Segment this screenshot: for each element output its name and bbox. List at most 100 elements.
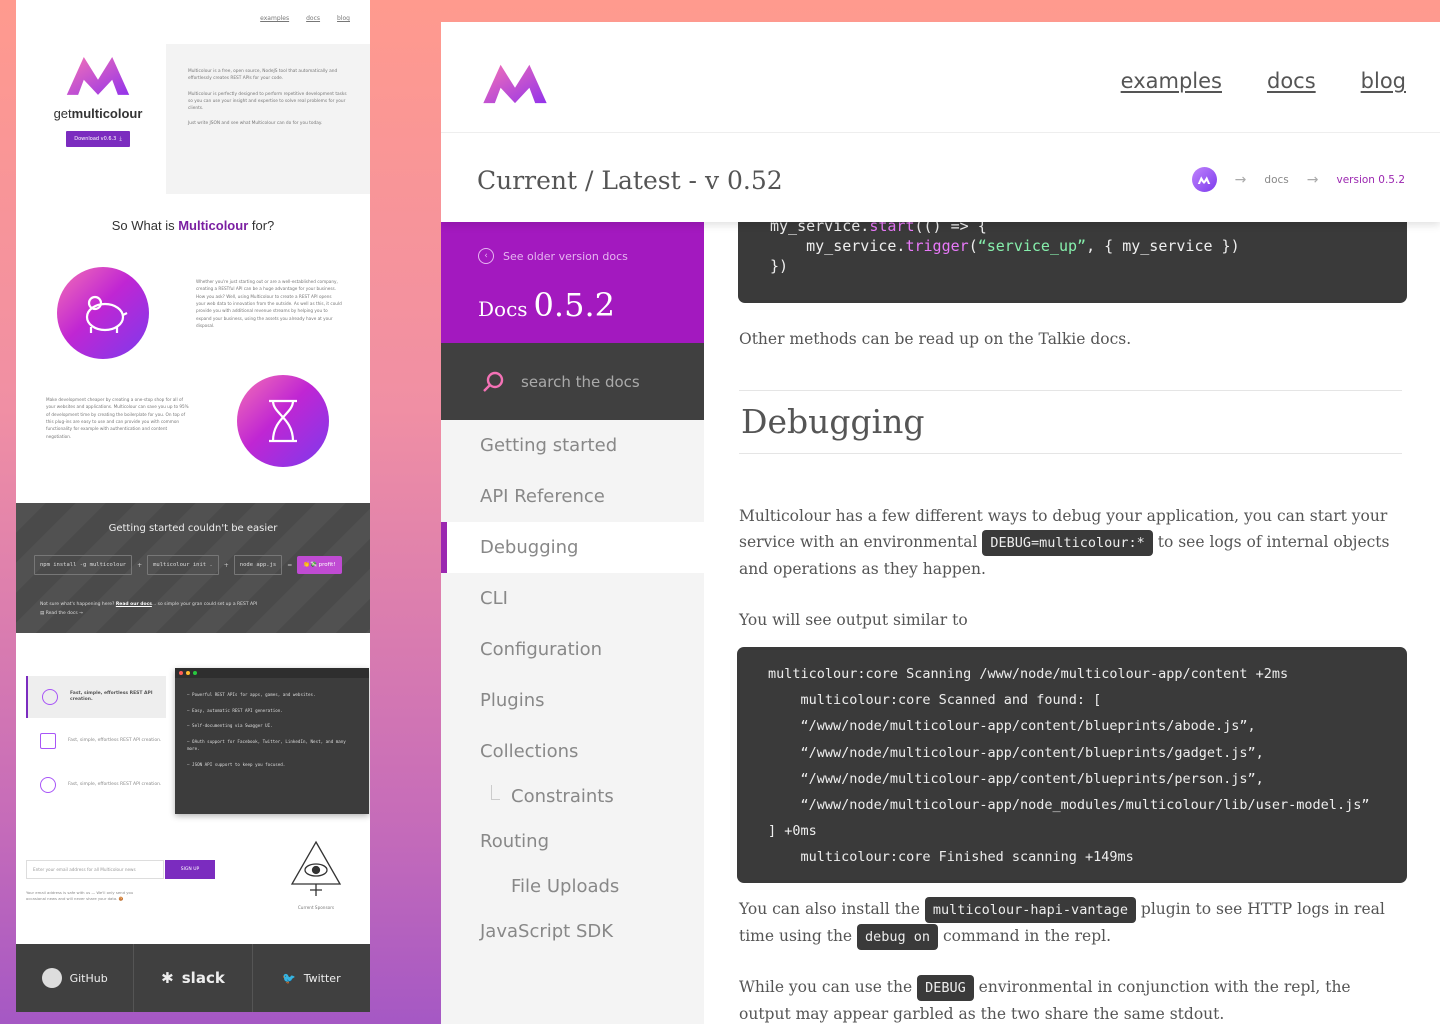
heading-debugging: Debugging (741, 402, 925, 441)
multicolour-logo-icon (483, 64, 547, 104)
command-run[interactable]: node app.js (233, 555, 283, 575)
section-title: So What is Multicolour for? (16, 218, 370, 233)
search-placeholder: search the docs (521, 372, 640, 391)
nav-blog-link[interactable]: blog (337, 15, 350, 22)
multicolour-logo-icon (1197, 175, 1211, 184)
piggy-bank-icon (85, 295, 128, 333)
getting-started-band: Getting started couldn't be easier npm i… (16, 503, 370, 633)
hero-paragraph: Multicolour is perfectly designed to per… (188, 91, 347, 112)
command-init[interactable]: multicolour init . (147, 555, 219, 575)
piggy-bank-illustration (57, 267, 149, 359)
feature-tab-active[interactable]: Fast, simple, effortless REST API creati… (26, 676, 166, 718)
code-token: “service_up” (977, 237, 1087, 255)
paragraph-text: While you can use the (739, 978, 918, 996)
sidebar-item-cli[interactable]: CLI (441, 573, 704, 624)
section-title-brand: Multicolour (178, 218, 249, 233)
plus-icon: + (223, 561, 229, 569)
section-divider (739, 390, 1402, 391)
inline-code-debug-on: debug on (857, 924, 939, 950)
landing-top-nav: examples docs blog (260, 15, 350, 22)
paragraph-install: You can also install the multicolour-hap… (739, 896, 1407, 950)
docs-top-nav: examples docs blog (1121, 69, 1406, 93)
feature-tab[interactable]: Fast, simple, effortless REST API creati… (26, 764, 166, 806)
footer-slack[interactable]: ✱ slack (134, 944, 253, 1012)
docs-label: Docs (478, 297, 528, 321)
brand-wordmark: getmulticolour (40, 106, 156, 121)
feature-list-text: Easy, automatic REST API generation. (192, 707, 283, 713)
older-docs-link[interactable]: ‹ See older version docs (478, 248, 667, 264)
read-docs-link-2[interactable]: Read the docs → (46, 611, 83, 616)
sidebar-item-getting-started[interactable]: Getting started (441, 420, 704, 471)
band-note-post: ... so simple your gran could set up a R… (151, 602, 258, 607)
footer-links: GitHub ✱ slack 🐦 Twitter (16, 944, 370, 1012)
docs-sidebar: ‹ See older version docs Docs 0.5.2 search… (441, 222, 704, 1024)
sponsors-label: Current Sponsors (297, 905, 335, 910)
nav-examples-link[interactable]: examples (1121, 69, 1222, 93)
avatar[interactable] (1191, 167, 1217, 192)
terminal-icon (40, 733, 56, 749)
hero-description: Multicolour is a free, open source, Node… (166, 44, 370, 194)
profit-badge: 👏💸 profit! (297, 556, 342, 574)
code-line: “/www/node/multicolour-app/content/bluep… (768, 770, 1264, 787)
nav-blog-link[interactable]: blog (1361, 69, 1406, 93)
feature-text-revenue: Whether you're just starting out or are … (196, 279, 342, 329)
brand-prefix: get (53, 106, 72, 121)
signup-button[interactable]: SIGN UP (165, 860, 215, 879)
docs-version: 0.5.2 (533, 286, 615, 324)
twitter-icon: 🐦 (282, 971, 296, 985)
slack-icon: ✱ (161, 969, 174, 987)
breadcrumb: → docs → version 0.5.2 (1191, 167, 1405, 192)
inline-code-debug: DEBUG (917, 975, 974, 1001)
paragraph-other-methods: Other methods can be read up on the Talk… (739, 330, 1132, 348)
feature-list-text: Powerful REST APIs for apps, games, and … (192, 692, 316, 697)
hero-paragraph: Multicolour is a free, open source, Node… (188, 69, 338, 82)
feature-list-item: – Self-documenting via Swagger UI. (187, 723, 273, 729)
feature-list-item: – Easy, automatic REST API generation. (187, 707, 283, 713)
paragraph-output: You will see output similar to (739, 611, 968, 629)
search-input[interactable]: search the docs (441, 343, 704, 420)
sidebar-item-file-uploads[interactable]: File Uploads (441, 867, 704, 906)
read-docs-link[interactable]: Read our docs (116, 602, 152, 607)
sidebar-item-routing[interactable]: Routing (441, 816, 704, 867)
sidebar-item-api-reference[interactable]: API Reference (441, 471, 704, 522)
feature-tab[interactable]: Fast, simple, effortless REST API creati… (26, 720, 166, 762)
code-line: multicolour:core Scanned and found: [ (768, 692, 1102, 709)
code-token: }) (770, 257, 789, 275)
paragraph-text: You can also install the (739, 900, 925, 918)
sidebar-item-javascript-sdk[interactable]: JavaScript SDK (441, 906, 704, 957)
older-docs-label: See older version docs (503, 249, 628, 263)
footer-slack-label: slack (181, 969, 225, 987)
band-title: Getting started couldn't be easier (108, 523, 278, 534)
footer-twitter[interactable]: 🐦 Twitter (253, 944, 370, 1012)
download-button[interactable]: Download v0.6.3 ⤓ (66, 131, 130, 147)
sidebar-item-plugins[interactable]: Plugins (441, 675, 704, 726)
sidebar-item-configuration[interactable]: Configuration (441, 624, 704, 675)
hero-logo-block: getmulticolour Download v0.6.3 ⤓ (40, 50, 156, 147)
feature-list: – Powerful REST APIs for apps, games, an… (175, 678, 369, 791)
nav-docs-link[interactable]: docs (1267, 69, 1316, 93)
code-line: multicolour:core Scanning /www/node/mult… (768, 666, 1289, 682)
footer-github[interactable]: GitHub (16, 944, 135, 1012)
feature-list-text: Self-documenting via Swagger UI. (192, 723, 273, 729)
sidebar-item-collections[interactable]: Collections (441, 726, 704, 777)
nav-examples-link[interactable]: examples (260, 15, 289, 22)
breadcrumb-docs[interactable]: docs (1264, 174, 1288, 186)
sidebar-item-debugging[interactable]: Debugging (441, 522, 704, 573)
feature-tab-label: Fast, simple, effortless REST API creati… (70, 690, 153, 702)
nav-docs-link[interactable]: docs (306, 15, 320, 22)
sidebar-item-label: Constraints (511, 786, 614, 807)
minimize-dot-icon (186, 671, 190, 675)
band-note: Not sure what's happening here? Read our… (40, 600, 257, 618)
code-token: trigger (905, 237, 969, 255)
command-install[interactable]: npm install -g multicolour (34, 555, 133, 575)
newsletter-email-input[interactable]: Enter your email address for all Multico… (26, 860, 164, 879)
feature-list-item: – OAuth support for Facebook, Twitter, L… (187, 739, 346, 751)
code-line: “/www/node/multicolour-app/content/bluep… (768, 718, 1256, 735)
docs-logo[interactable] (477, 59, 553, 111)
docs-page: examples docs blog Current / Latest - v … (441, 22, 1440, 1024)
plug-icon (40, 777, 56, 793)
sidebar-item-constraints[interactable]: Constraints (441, 777, 704, 816)
feature-tab-label: Fast, simple, effortless REST API creati… (68, 781, 162, 787)
arrow-right-icon: → (1306, 171, 1319, 188)
github-icon (41, 968, 62, 988)
